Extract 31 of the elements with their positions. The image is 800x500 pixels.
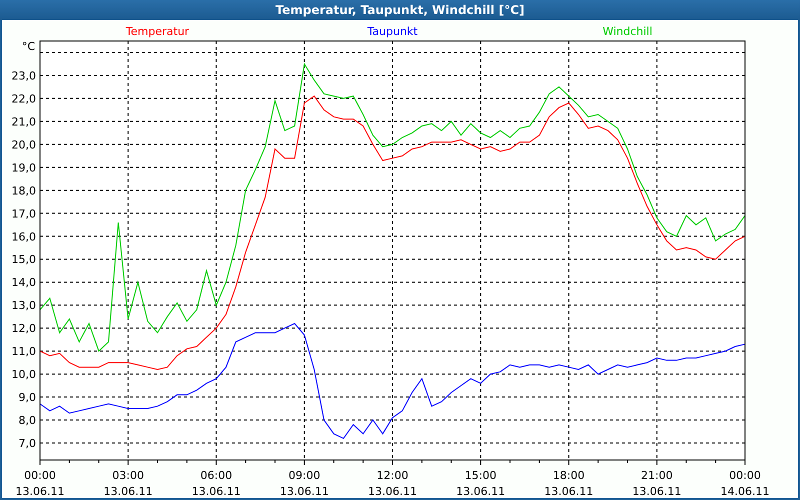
axis-label: 09:00 13.06.11 <box>280 469 329 498</box>
axis-label: 12:00 13.06.11 <box>368 469 417 498</box>
axis-label: 13,0 <box>12 299 36 312</box>
axis-label: 23,0 <box>12 69 36 82</box>
axis-label: 19,0 <box>12 161 36 174</box>
axis-label: 21:00 13.06.11 <box>632 469 682 498</box>
axis-label: 16,0 <box>12 230 36 244</box>
axis-label: 7,0 <box>18 437 36 450</box>
legend-label: Temperatur <box>126 25 190 38</box>
axis-label: 00:00 14.06.11 <box>720 469 770 498</box>
axis-label: 8,0 <box>18 414 36 428</box>
axis-label: 10,0 <box>12 368 36 382</box>
legend-label: Windchill <box>602 25 652 38</box>
axis-label: 18,0 <box>12 184 36 198</box>
axis-label: 20,0 <box>12 138 36 152</box>
axis-label: 9,0 <box>18 391 36 404</box>
axis-label: 00:00 13.06.11 <box>16 469 64 498</box>
axis-label: 22,0 <box>12 92 36 106</box>
axis-label: 18:00 13.06.11 <box>544 469 594 498</box>
axis-label: 15,0 <box>12 253 36 266</box>
axis-label: 11,0 <box>12 345 36 358</box>
axis-label: 21,0 <box>12 115 36 128</box>
axis-label: 12,0 <box>12 322 36 336</box>
axis-label: 17,0 <box>12 207 36 220</box>
axis-label: 14,0 <box>12 276 36 290</box>
axis-unit-label: °C <box>22 40 35 53</box>
axis-label: 03:00 13.06.11 <box>104 469 153 498</box>
window-title: Temperatur, Taupunkt, Windchill [°C] <box>0 0 800 20</box>
axis-label: 15:00 13.06.11 <box>456 469 506 498</box>
axis-label: 06:00 13.06.11 <box>192 469 241 498</box>
legend-label: Taupunkt <box>367 25 418 38</box>
